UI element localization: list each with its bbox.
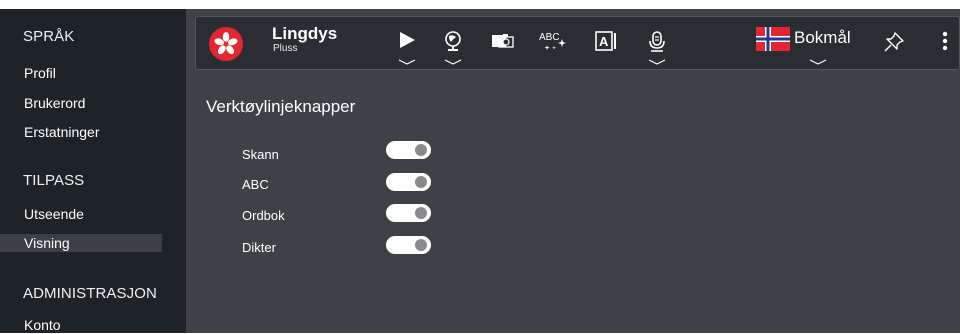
chevron-down-icon [398, 59, 416, 65]
scan-button[interactable] [490, 23, 516, 67]
play-icon [400, 32, 415, 48]
section-tilpass: TILPASS [23, 172, 85, 189]
norway-flag-icon [756, 27, 790, 51]
option-label-dikter: Dikter [242, 240, 276, 255]
sidebar-item-visning[interactable]: Visning [0, 234, 162, 252]
sidebar-item-konto[interactable]: Konto [0, 316, 162, 334]
option-label-ordbok: Ordbok [242, 208, 285, 223]
section-administrasjon: ADMINISTRASJON [23, 285, 157, 302]
chevron-down-icon [444, 59, 462, 65]
pin-icon [884, 32, 904, 52]
sidebar-item-profil[interactable]: Profil [0, 64, 162, 82]
lingdys-toolbar: Lingdys Pluss ABC A Bokmål [195, 16, 960, 70]
toggle-knob [415, 144, 427, 156]
dictate-button[interactable] [644, 23, 670, 67]
globe-button[interactable] [440, 23, 466, 67]
toggle-knob [415, 207, 427, 219]
option-label-abc: ABC [242, 177, 269, 192]
svg-text:A: A [599, 34, 609, 49]
toggle-knob [415, 239, 427, 251]
settings-sidebar: SPRÅK Profil Brukerord Erstatninger TILP… [0, 9, 186, 333]
main-panel: Lingdys Pluss ABC A Bokmål Verktøylinjek… [186, 9, 960, 333]
text-predict-button[interactable]: A [594, 23, 618, 67]
sidebar-item-brukerord[interactable]: Brukerord [0, 94, 162, 112]
pin-button[interactable] [882, 23, 906, 67]
abc-button[interactable]: ABC [539, 23, 569, 67]
toggle-knob [415, 176, 427, 188]
toggle-abc[interactable] [386, 173, 431, 191]
toggle-ordbok[interactable] [386, 204, 431, 222]
text-predict-icon: A [595, 31, 616, 51]
language-selector[interactable]: Bokmål [754, 23, 858, 67]
sidebar-item-utseende[interactable]: Utseende [0, 205, 162, 223]
lingdys-logo-icon[interactable] [209, 27, 243, 61]
page-title: Verktøylinjeknapper [206, 97, 356, 116]
language-label: Bokmål [794, 28, 851, 47]
toggle-skann[interactable] [386, 141, 431, 159]
camera-scan-icon [492, 34, 514, 48]
option-label-skann: Skann [242, 147, 279, 162]
microphone-icon [649, 31, 665, 52]
sparkle-icon [544, 39, 566, 50]
brand-subtitle: Pluss [273, 43, 298, 54]
chevron-down-icon [809, 59, 827, 65]
section-sprak: SPRÅK [23, 28, 75, 45]
brand-name: Lingdys [272, 24, 338, 43]
more-vertical-icon [942, 31, 948, 51]
play-button[interactable] [394, 23, 420, 67]
globe-icon [445, 31, 461, 51]
chevron-down-icon [648, 59, 666, 65]
more-options-button[interactable] [938, 23, 952, 67]
toggle-dikter[interactable] [386, 236, 431, 254]
sidebar-item-erstatninger[interactable]: Erstatninger [0, 123, 162, 141]
